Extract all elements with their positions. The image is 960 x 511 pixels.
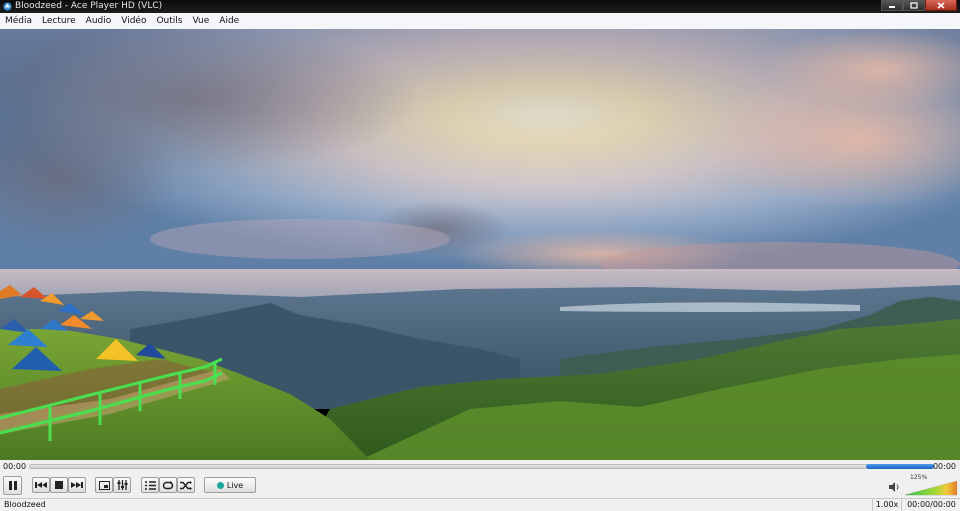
minimize-button[interactable] [881, 0, 903, 11]
loop-icon [162, 480, 174, 489]
window-titlebar[interactable]: Bloodzeed - Ace Player HD (VLC) [0, 0, 960, 13]
shuffle-button[interactable] [177, 477, 195, 493]
stop-icon [55, 481, 63, 489]
loop-button[interactable] [159, 477, 177, 493]
ace-player-icon [3, 2, 12, 11]
maximize-button[interactable] [903, 0, 925, 11]
minimize-icon [889, 6, 895, 8]
close-button[interactable] [925, 0, 957, 11]
fullscreen-button[interactable] [95, 477, 113, 493]
live-button[interactable]: Live [204, 477, 256, 493]
speaker-icon[interactable] [889, 482, 901, 492]
video-frame [0, 29, 960, 460]
menu-audio[interactable]: Audio [81, 13, 117, 29]
menu-video[interactable]: Vidéo [116, 13, 151, 29]
menu-aide[interactable]: Aide [214, 13, 244, 29]
extended-settings-button[interactable] [113, 477, 131, 493]
status-time[interactable]: 00:00/00:00 [901, 499, 960, 511]
playlist-button[interactable] [141, 477, 159, 493]
menu-lecture[interactable]: Lecture [37, 13, 81, 29]
seek-row: 00:00 00:00 [0, 460, 960, 473]
seek-slider[interactable] [29, 464, 934, 469]
next-button[interactable] [68, 477, 86, 493]
elapsed-time: 00:00 [3, 462, 27, 471]
shuffle-icon [180, 480, 192, 490]
live-label: Live [226, 480, 244, 490]
play-pause-button[interactable] [3, 476, 22, 495]
total-time: 00:00 [932, 462, 956, 471]
menu-vue[interactable]: Vue [187, 13, 214, 29]
previous-button[interactable] [32, 477, 50, 493]
menu-media[interactable]: Média [0, 13, 37, 29]
status-media-name: Bloodzeed [4, 500, 46, 509]
menu-bar: Média Lecture Audio Vidéo Outils Vue Aid… [0, 13, 960, 30]
status-bar: Bloodzeed 1.00x 00:00/00:00 [0, 498, 960, 511]
close-icon [937, 1, 945, 9]
playback-rate[interactable]: 1.00x [872, 499, 901, 511]
maximize-icon [910, 1, 918, 9]
pause-icon [8, 481, 17, 490]
live-indicator-icon [216, 481, 224, 489]
buffer-progress [866, 464, 934, 469]
volume-slider[interactable] [905, 478, 957, 496]
playlist-icon [144, 480, 156, 490]
video-display[interactable] [0, 29, 960, 460]
controls-bar: Live [0, 473, 960, 498]
window-title: Bloodzeed - Ace Player HD (VLC) [15, 1, 163, 11]
next-icon [71, 482, 83, 488]
equalizer-icon [117, 480, 127, 490]
previous-icon [35, 482, 47, 488]
stop-button[interactable] [50, 477, 68, 493]
fullscreen-icon [98, 480, 110, 490]
menu-outils[interactable]: Outils [151, 13, 187, 29]
